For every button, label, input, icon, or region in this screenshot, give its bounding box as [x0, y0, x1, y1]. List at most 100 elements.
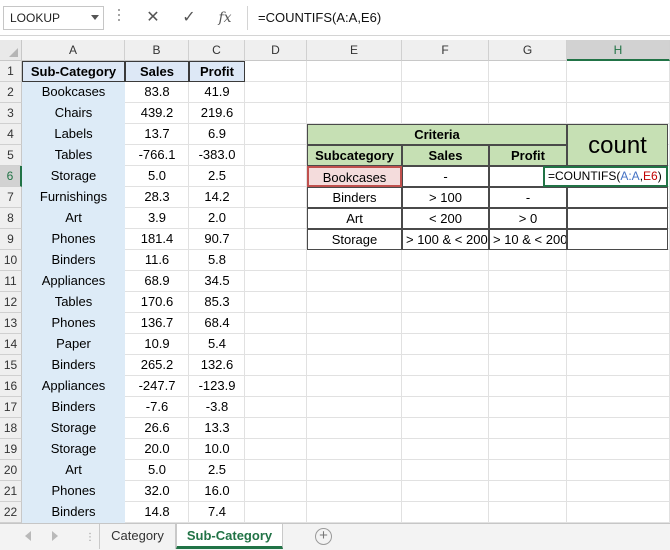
table-cell[interactable]: 10.0	[189, 439, 245, 460]
table-cell[interactable]: Phones	[22, 481, 125, 502]
table-cell[interactable]: 11.6	[125, 250, 189, 271]
table-cell[interactable]: 181.4	[125, 229, 189, 250]
row-header-8[interactable]: 8	[0, 208, 22, 229]
row-header-10[interactable]: 10	[0, 250, 22, 271]
row-header-20[interactable]: 20	[0, 460, 22, 481]
table-cell[interactable]: -123.9	[189, 376, 245, 397]
row-header-4[interactable]: 4	[0, 124, 22, 145]
table-cell[interactable]: 13.7	[125, 124, 189, 145]
row-header-19[interactable]: 19	[0, 439, 22, 460]
row-header-1[interactable]: 1	[0, 61, 22, 82]
table-cell[interactable]: 16.0	[189, 481, 245, 502]
criteria-cell[interactable]: Binders	[307, 187, 402, 208]
table-cell[interactable]: 83.8	[125, 82, 189, 103]
criteria-header-cell[interactable]: Subcategory	[307, 145, 402, 166]
row-header-13[interactable]: 13	[0, 313, 22, 334]
table-cell[interactable]: 2.0	[189, 208, 245, 229]
table-cell[interactable]: 14.2	[189, 187, 245, 208]
table-cell[interactable]: Art	[22, 208, 125, 229]
table-cell[interactable]: 170.6	[125, 292, 189, 313]
column-header-c[interactable]: C	[189, 40, 245, 61]
table-cell[interactable]: 14.8	[125, 502, 189, 523]
row-header-2[interactable]: 2	[0, 82, 22, 103]
row-header-7[interactable]: 7	[0, 187, 22, 208]
table-cell[interactable]: Furnishings	[22, 187, 125, 208]
table-cell[interactable]: 85.3	[189, 292, 245, 313]
table-cell[interactable]: 219.6	[189, 103, 245, 124]
criteria-cell[interactable]: > 100	[402, 187, 489, 208]
next-sheet-icon[interactable]	[52, 531, 58, 541]
column-header-f[interactable]: F	[402, 40, 489, 61]
table-cell[interactable]: 10.9	[125, 334, 189, 355]
cell-formula-editor[interactable]: =COUNTIFS(A:A,E6)	[543, 166, 668, 187]
criteria-title[interactable]: Criteria	[307, 124, 567, 145]
row-header-14[interactable]: 14	[0, 334, 22, 355]
table-cell[interactable]: Art	[22, 460, 125, 481]
table-cell[interactable]: Phones	[22, 313, 125, 334]
table-cell[interactable]: Binders	[22, 397, 125, 418]
chevron-down-icon[interactable]	[91, 15, 99, 20]
table-cell[interactable]: -766.1	[125, 145, 189, 166]
table-cell[interactable]: 2.5	[189, 460, 245, 481]
criteria-cell-selected[interactable]: Bookcases	[307, 166, 402, 187]
table-cell[interactable]: 34.5	[189, 271, 245, 292]
row-header-11[interactable]: 11	[0, 271, 22, 292]
column-header-b[interactable]: B	[125, 40, 189, 61]
row-header-12[interactable]: 12	[0, 292, 22, 313]
row-header-9[interactable]: 9	[0, 229, 22, 250]
table-cell[interactable]: -3.8	[189, 397, 245, 418]
criteria-cell[interactable]: > 0	[489, 208, 567, 229]
row-header-6[interactable]: 6	[0, 166, 22, 187]
table-cell[interactable]: Chairs	[22, 103, 125, 124]
table-cell[interactable]: -247.7	[125, 376, 189, 397]
count-result-cell[interactable]	[567, 208, 668, 229]
table-cell[interactable]: -383.0	[189, 145, 245, 166]
table-cell[interactable]: Phones	[22, 229, 125, 250]
table-cell[interactable]: 28.3	[125, 187, 189, 208]
more-sheets-icon[interactable]: ⋮	[85, 532, 96, 543]
criteria-cell[interactable]: Art	[307, 208, 402, 229]
table-cell[interactable]: 265.2	[125, 355, 189, 376]
table-cell[interactable]: 5.0	[125, 460, 189, 481]
insert-function-button[interactable]: fx	[212, 6, 238, 30]
row-header-3[interactable]: 3	[0, 103, 22, 124]
table-cell[interactable]: Binders	[22, 502, 125, 523]
formula-input[interactable]: =COUNTIFS(A:A,E6)	[252, 6, 670, 30]
table-cell[interactable]: 20.0	[125, 439, 189, 460]
table-cell[interactable]: 68.4	[189, 313, 245, 334]
criteria-header-cell[interactable]: Profit	[489, 145, 567, 166]
enter-button[interactable]: ✓	[176, 6, 202, 30]
criteria-cell[interactable]: < 200	[402, 208, 489, 229]
table-cell[interactable]: Labels	[22, 124, 125, 145]
table-cell[interactable]: 41.9	[189, 82, 245, 103]
table-cell[interactable]: Paper	[22, 334, 125, 355]
table-cell[interactable]: 5.4	[189, 334, 245, 355]
column-header-a[interactable]: A	[22, 40, 125, 61]
row-header-15[interactable]: 15	[0, 355, 22, 376]
table-cell[interactable]: 3.9	[125, 208, 189, 229]
table-cell[interactable]: 90.7	[189, 229, 245, 250]
table-cell[interactable]: 5.8	[189, 250, 245, 271]
table-cell[interactable]: 7.4	[189, 502, 245, 523]
column-header-g[interactable]: G	[489, 40, 567, 61]
table-header-cell[interactable]: Profit	[189, 61, 245, 82]
criteria-header-cell[interactable]: Sales	[402, 145, 489, 166]
criteria-cell[interactable]: -	[489, 187, 567, 208]
row-header-21[interactable]: 21	[0, 481, 22, 502]
table-cell[interactable]: -7.6	[125, 397, 189, 418]
table-cell[interactable]: Storage	[22, 439, 125, 460]
row-header-5[interactable]: 5	[0, 145, 22, 166]
column-header-h[interactable]: H	[567, 40, 670, 61]
spreadsheet-grid[interactable]: A B C D E F G H 1 2 3 4 5 6 7 8 9 10 11 12 13 14 15 16 17 18 19 20 2…	[0, 40, 670, 523]
table-cell[interactable]: 2.5	[189, 166, 245, 187]
column-header-e[interactable]: E	[307, 40, 402, 61]
select-all-button[interactable]	[0, 40, 22, 61]
column-header-d[interactable]: D	[245, 40, 307, 61]
table-cell[interactable]: 26.6	[125, 418, 189, 439]
table-cell[interactable]: Appliances	[22, 376, 125, 397]
table-cell[interactable]: 5.0	[125, 166, 189, 187]
table-cell[interactable]: 132.6	[189, 355, 245, 376]
table-cell[interactable]: Storage	[22, 418, 125, 439]
count-result-cell[interactable]	[567, 229, 668, 250]
drag-handle-icon[interactable]	[117, 9, 121, 25]
